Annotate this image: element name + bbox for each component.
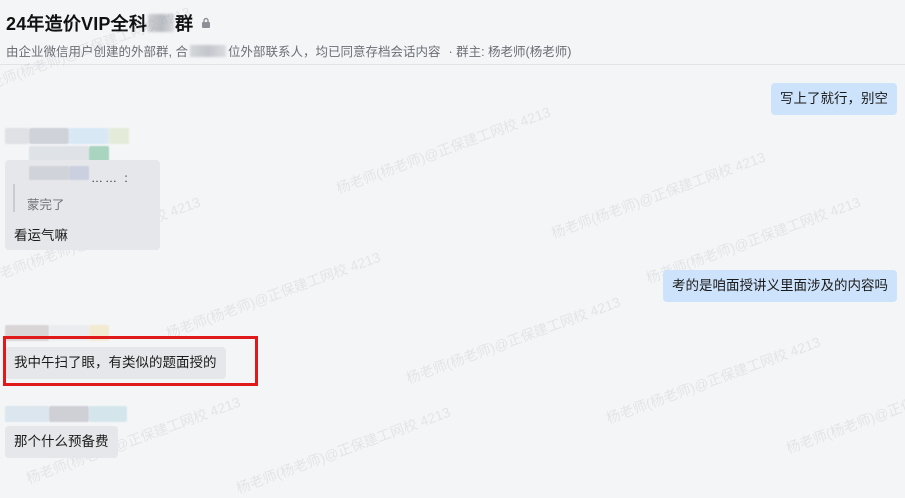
highlight-box — [3, 336, 258, 386]
watermark: 杨老师(杨老师)@正保建工网校 4213 — [549, 148, 768, 242]
sender-name-redacted — [29, 128, 69, 144]
sender-name-redacted — [89, 406, 127, 422]
subtitle-middle: 位外部联系人，均已同意存档会话内容 — [227, 45, 441, 59]
avatar[interactable] — [5, 406, 49, 422]
group-subtitle: 由企业微信用户创建的外部群, 合 位外部联系人，均已同意存档会话内容 · 群主:… — [6, 41, 575, 60]
group-title[interactable]: 24年造价VIP全科 群 — [6, 10, 211, 36]
message-bubble-left-with-quote[interactable]: …… : 蒙完了 看运气嘛 — [5, 160, 160, 250]
sender-name-redacted — [69, 128, 109, 144]
quoted-sender-redacted — [69, 166, 89, 180]
sender-name-redacted — [49, 406, 89, 422]
message-bubble-right[interactable]: 考的是咱面授讲义里面涉及的内容吗 — [663, 270, 897, 302]
quote-header: …… : — [91, 171, 130, 185]
watermark: 杨老师(杨老师)@正保建工网校 4213 — [784, 364, 905, 457]
message-text: 看运气嘛 — [14, 228, 68, 243]
watermark: 杨老师(杨老师)@正保建工网校 4213 — [604, 333, 823, 427]
watermark: 杨老师(杨老师)@正保建工网校 4213 — [164, 248, 383, 342]
message-bubble-left[interactable]: 那个什么预备费 — [5, 426, 118, 458]
lock-icon — [201, 17, 211, 29]
group-title-prefix: 24年造价VIP全科 — [6, 14, 148, 34]
redacted-count — [189, 44, 226, 57]
message-bubble-right[interactable]: 写上了就行，别空 — [771, 83, 897, 115]
group-title-suffix: 群 — [175, 14, 194, 34]
quoted-text[interactable]: 蒙完了 — [27, 194, 65, 213]
redacted-title-part — [148, 14, 175, 32]
sender-name-redacted — [109, 128, 129, 144]
subtitle-prefix: 由企业微信用户创建的外部群, 合 — [6, 45, 188, 59]
watermark: 杨老师(杨老师)@正保建工网校 4213 — [404, 293, 623, 387]
avatar[interactable] — [5, 128, 29, 144]
quote-bar — [13, 184, 15, 212]
watermark: 杨老师(杨老师)@正保建工网校 4213 — [334, 103, 553, 197]
chat-header: 24年造价VIP全科 群 由企业微信用户创建的外部群, 合 位外部联系人，均已同… — [0, 0, 905, 65]
group-owner[interactable]: · 群主: 杨老师(杨老师) — [448, 41, 571, 60]
quoted-sender-redacted — [29, 166, 69, 180]
